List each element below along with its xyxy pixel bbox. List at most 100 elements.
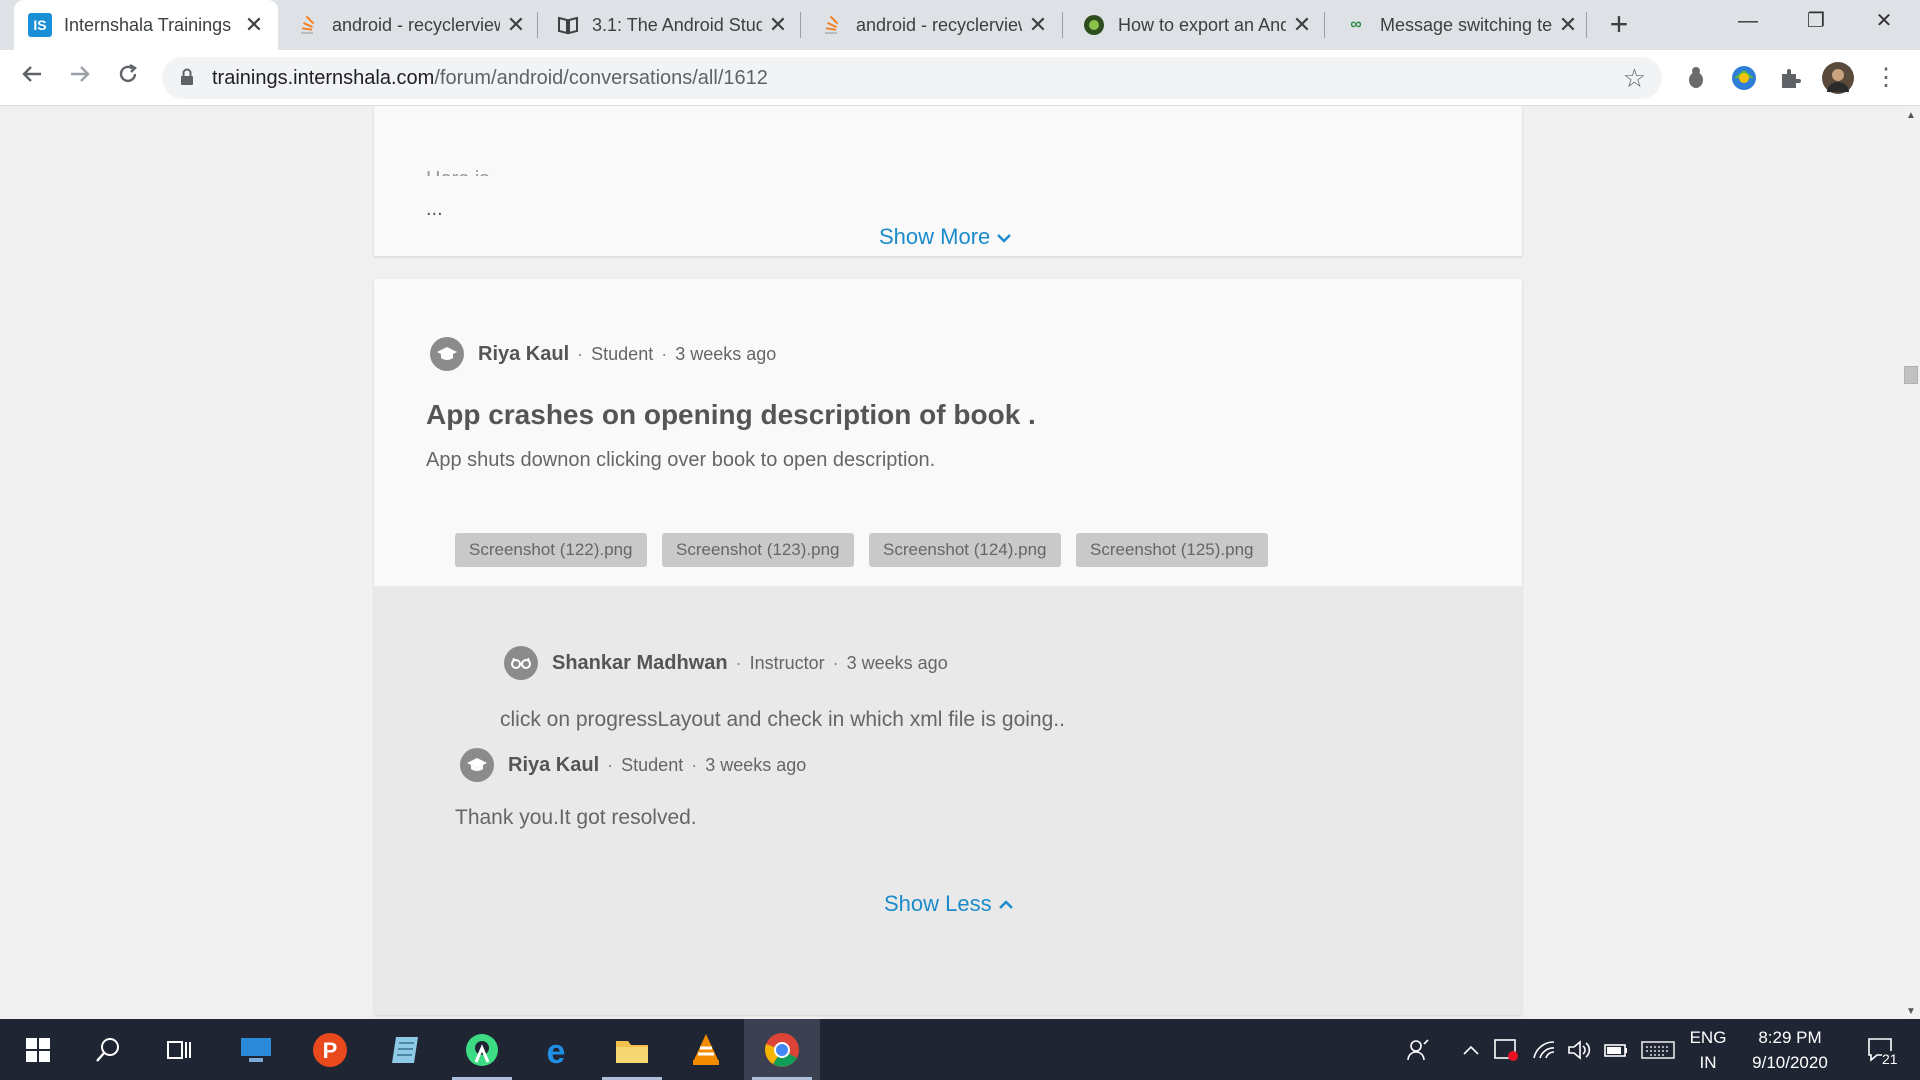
post-body: App shuts downon clicking over book to o…: [426, 449, 936, 471]
back-button[interactable]: [14, 60, 50, 96]
url-path: /forum/android/conversations/all/1612: [434, 67, 768, 89]
reply-meta: Shankar Madhwan · Instructor · 3 weeks a…: [504, 646, 948, 680]
tab-stackoverflow-1[interactable]: android - recyclerview ✕: [282, 0, 540, 50]
post-meta: Riya Kaul · Student · 3 weeks ago: [430, 337, 776, 371]
tab-stackoverflow-2[interactable]: android - recyclerview ✕: [806, 0, 1062, 50]
show-more-label: Show More: [879, 224, 991, 249]
search-icon: [96, 1037, 119, 1062]
tab-android-studio[interactable]: 3.1: The Android Studio ✕: [542, 0, 802, 50]
close-tab-icon[interactable]: ✕: [1558, 12, 1578, 38]
menu-kebab-icon[interactable]: ⋮: [1868, 60, 1904, 96]
tab-separator: [537, 12, 538, 38]
geeks-icon: ∞: [1350, 16, 1362, 33]
chrome-taskbar-icon[interactable]: [744, 1019, 820, 1080]
tab-internshala[interactable]: IS Internshala Trainings ✕: [14, 0, 278, 50]
back-arrow-icon: [22, 66, 41, 82]
tab-separator: [1586, 12, 1587, 38]
vertical-scrollbar[interactable]: ▲ ▼: [1902, 106, 1920, 1019]
search-button[interactable]: [70, 1019, 146, 1080]
tab-export-android[interactable]: How to export an Android ✕: [1068, 0, 1326, 50]
battery-icon[interactable]: [1600, 1019, 1632, 1080]
close-window-button[interactable]: ✕: [1850, 0, 1918, 44]
scrollbar-thumb[interactable]: [1904, 366, 1918, 384]
meta-dot: ·: [832, 652, 839, 673]
reply-time: 3 weeks ago: [705, 754, 807, 775]
close-tab-icon[interactable]: ✕: [768, 12, 788, 38]
restore-button[interactable]: ❐: [1782, 0, 1850, 44]
forward-button[interactable]: [62, 60, 98, 96]
file-explorer-taskbar-icon[interactable]: [594, 1019, 670, 1080]
edge-taskbar-icon[interactable]: e: [518, 1019, 594, 1080]
close-tab-icon[interactable]: ✕: [506, 12, 526, 38]
profile-avatar[interactable]: [1822, 62, 1854, 94]
scroll-down-arrow-icon[interactable]: ▼: [1906, 1006, 1916, 1017]
chevron-up-tray-icon[interactable]: [1458, 1019, 1484, 1080]
attachment-chip[interactable]: Screenshot (125).png: [1076, 533, 1268, 567]
meta-dot: ·: [661, 343, 668, 364]
student-avatar-icon: [430, 337, 464, 371]
new-tab-button[interactable]: +: [1600, 6, 1638, 44]
system-clock[interactable]: 8:29 PM 9/10/2020: [1730, 1025, 1850, 1075]
url-text: trainings.internshala.com/forum/android/…: [212, 67, 768, 90]
attachment-chip[interactable]: Screenshot (123).png: [662, 533, 854, 567]
attachment-chip[interactable]: Screenshot (124).png: [869, 533, 1061, 567]
attachment-chip[interactable]: Screenshot (122).png: [455, 533, 647, 567]
green-circle-icon: [1082, 13, 1106, 37]
tab-title: android - recyclerview: [856, 14, 1022, 35]
this-pc-taskbar-icon[interactable]: [218, 1019, 294, 1080]
minimize-button[interactable]: —: [1714, 0, 1782, 44]
scroll-up-arrow-icon[interactable]: ▲: [1906, 110, 1916, 121]
reply-time: 3 weeks ago: [846, 652, 948, 673]
action-center-button[interactable]: 21: [1856, 1019, 1906, 1080]
language-code: ENG: [1689, 1028, 1727, 1047]
meta-dot: ·: [607, 754, 614, 775]
people-icon[interactable]: [1400, 1019, 1436, 1080]
reply-role: Instructor: [749, 652, 825, 673]
forward-arrow-icon: [71, 66, 90, 82]
tab-separator: [800, 12, 801, 38]
notepad-taskbar-icon[interactable]: [368, 1019, 444, 1080]
show-more-link[interactable]: Show More: [879, 224, 1012, 250]
security-alert-icon[interactable]: [1490, 1019, 1522, 1080]
meta-dot: ·: [577, 343, 584, 364]
tab-message-switching[interactable]: ∞ Message switching te ✕: [1330, 0, 1592, 50]
bookmark-star-icon[interactable]: ☆: [1623, 63, 1646, 94]
post-author[interactable]: Riya Kaul: [478, 343, 569, 366]
close-tab-icon[interactable]: ✕: [244, 12, 264, 38]
task-view-icon: [167, 1040, 191, 1059]
clock-date: 9/10/2020: [1752, 1053, 1828, 1072]
url-host: trainings.internshala.com: [212, 67, 435, 89]
postman-taskbar-icon[interactable]: P: [292, 1019, 368, 1080]
region-code: IN: [1699, 1053, 1717, 1072]
close-tab-icon[interactable]: ✕: [1292, 12, 1312, 38]
page-viewport: Here is ... Show More Riya Kaul · Studen…: [0, 106, 1902, 1019]
extensions-puzzle-icon[interactable]: [1774, 62, 1806, 94]
tab-separator: [1324, 12, 1325, 38]
book-icon: [556, 13, 580, 37]
meta-dot: ·: [735, 652, 742, 673]
start-button[interactable]: [0, 1019, 76, 1080]
show-less-link[interactable]: Show Less: [884, 891, 1014, 917]
reply-text: Thank you.It got resolved.: [455, 806, 697, 829]
language-indicator[interactable]: ENG IN: [1686, 1025, 1730, 1075]
tab-title: Message switching te: [1380, 14, 1552, 35]
bug-extension-icon[interactable]: [1680, 62, 1712, 94]
reply-meta: Riya Kaul · Student · 3 weeks ago: [460, 748, 806, 782]
keyboard-icon[interactable]: [1638, 1019, 1678, 1080]
vlc-taskbar-icon[interactable]: [668, 1019, 744, 1080]
address-bar[interactable]: trainings.internshala.com/forum/android/…: [162, 57, 1662, 99]
reply-author[interactable]: Shankar Madhwan: [552, 652, 728, 675]
wifi-icon[interactable]: [1528, 1019, 1560, 1080]
reply-author[interactable]: Riya Kaul: [508, 754, 599, 777]
svg-text:e: e: [547, 1033, 566, 1067]
close-tab-icon[interactable]: ✕: [1028, 12, 1048, 38]
chevron-down-icon: [997, 234, 1012, 243]
volume-icon[interactable]: [1564, 1019, 1596, 1080]
svg-text:P: P: [323, 1038, 338, 1063]
reload-icon: [119, 63, 137, 83]
android-studio-taskbar-icon[interactable]: [444, 1019, 520, 1080]
tab-strip: IS Internshala Trainings ✕ android - rec…: [0, 0, 1920, 50]
task-view-button[interactable]: [142, 1019, 218, 1080]
reload-button[interactable]: [110, 60, 146, 96]
download-manager-extension-icon[interactable]: [1728, 62, 1760, 94]
